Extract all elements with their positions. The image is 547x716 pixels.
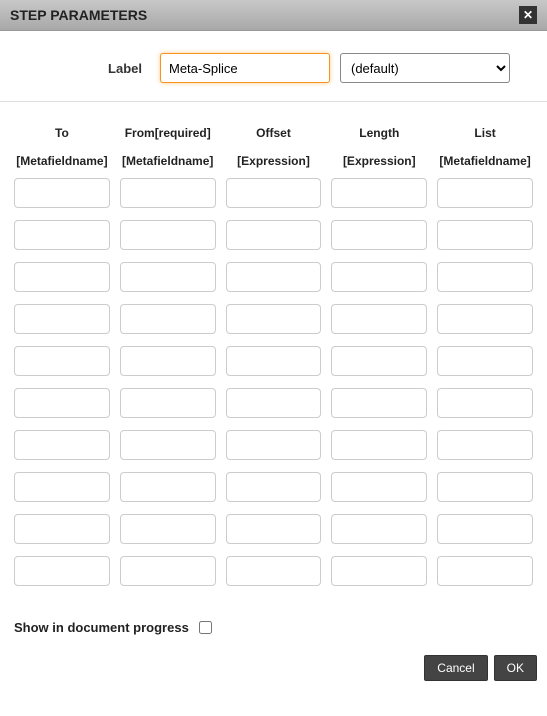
- dialog-footer: Cancel OK: [0, 647, 547, 691]
- cell-input[interactable]: [331, 472, 427, 502]
- cell-input[interactable]: [331, 346, 427, 376]
- cell-input[interactable]: [226, 346, 322, 376]
- col-header-list: List: [437, 120, 533, 154]
- cell-input[interactable]: [14, 262, 110, 292]
- titlebar: STEP PARAMETERS ✕: [0, 0, 547, 31]
- cell-input[interactable]: [14, 514, 110, 544]
- cell-input[interactable]: [14, 472, 110, 502]
- cell-input[interactable]: [14, 556, 110, 586]
- cell-input[interactable]: [120, 304, 216, 334]
- table-row: [14, 472, 533, 502]
- cell-input[interactable]: [226, 178, 322, 208]
- cell-input[interactable]: [437, 220, 533, 250]
- col-header-from: From[required]: [120, 120, 216, 154]
- table-row: [14, 304, 533, 334]
- cell-input[interactable]: [120, 178, 216, 208]
- cell-input[interactable]: [437, 388, 533, 418]
- default-select[interactable]: (default): [340, 53, 510, 83]
- label-input[interactable]: [160, 53, 330, 83]
- table-row: [14, 346, 533, 376]
- cell-input[interactable]: [226, 556, 322, 586]
- cell-input[interactable]: [437, 430, 533, 460]
- checkbox-row: Show in document progress: [0, 598, 547, 647]
- parameter-grid: To From[required] Offset Length List [Me…: [0, 120, 547, 586]
- cell-input[interactable]: [120, 220, 216, 250]
- dialog-title: STEP PARAMETERS: [10, 7, 147, 23]
- cell-input[interactable]: [437, 262, 533, 292]
- cell-input[interactable]: [226, 388, 322, 418]
- cell-input[interactable]: [120, 430, 216, 460]
- col-subheader-list: [Metafieldname]: [437, 154, 533, 178]
- cell-input[interactable]: [437, 472, 533, 502]
- table-row: [14, 178, 533, 208]
- cell-input[interactable]: [14, 388, 110, 418]
- cell-input[interactable]: [14, 220, 110, 250]
- show-progress-checkbox[interactable]: [199, 621, 212, 634]
- cell-input[interactable]: [14, 304, 110, 334]
- cell-input[interactable]: [120, 514, 216, 544]
- col-subheader-to: [Metafieldname]: [14, 154, 110, 178]
- cell-input[interactable]: [331, 178, 427, 208]
- col-subheader-offset: [Expression]: [226, 154, 322, 178]
- cell-input[interactable]: [226, 430, 322, 460]
- cell-input[interactable]: [14, 346, 110, 376]
- cell-input[interactable]: [226, 220, 322, 250]
- cell-input[interactable]: [14, 430, 110, 460]
- cell-input[interactable]: [226, 514, 322, 544]
- cell-input[interactable]: [120, 346, 216, 376]
- show-progress-label: Show in document progress: [14, 620, 189, 635]
- close-icon[interactable]: ✕: [519, 6, 537, 24]
- label-text: Label: [10, 61, 150, 76]
- cell-input[interactable]: [120, 388, 216, 418]
- cell-input[interactable]: [437, 514, 533, 544]
- label-row: Label (default): [0, 31, 547, 101]
- cell-input[interactable]: [14, 178, 110, 208]
- table-row: [14, 262, 533, 292]
- grid-subheader-row: [Metafieldname] [Metafieldname] [Express…: [14, 154, 533, 178]
- col-subheader-from: [Metafieldname]: [120, 154, 216, 178]
- cell-input[interactable]: [120, 262, 216, 292]
- separator: [0, 101, 547, 102]
- cell-input[interactable]: [437, 178, 533, 208]
- cell-input[interactable]: [331, 556, 427, 586]
- cell-input[interactable]: [437, 304, 533, 334]
- cell-input[interactable]: [437, 346, 533, 376]
- cell-input[interactable]: [331, 514, 427, 544]
- col-header-offset: Offset: [226, 120, 322, 154]
- cell-input[interactable]: [226, 472, 322, 502]
- grid-header-row: To From[required] Offset Length List: [14, 120, 533, 154]
- cell-input[interactable]: [226, 262, 322, 292]
- ok-button[interactable]: OK: [494, 655, 537, 681]
- table-row: [14, 220, 533, 250]
- table-row: [14, 430, 533, 460]
- table-row: [14, 388, 533, 418]
- cell-input[interactable]: [437, 556, 533, 586]
- cell-input[interactable]: [331, 304, 427, 334]
- cell-input[interactable]: [331, 262, 427, 292]
- cell-input[interactable]: [331, 220, 427, 250]
- table-row: [14, 514, 533, 544]
- table-row: [14, 556, 533, 586]
- cell-input[interactable]: [331, 430, 427, 460]
- col-header-length: Length: [331, 120, 427, 154]
- col-header-to: To: [14, 120, 110, 154]
- col-subheader-length: [Expression]: [331, 154, 427, 178]
- cell-input[interactable]: [331, 388, 427, 418]
- cancel-button[interactable]: Cancel: [424, 655, 487, 681]
- cell-input[interactable]: [120, 472, 216, 502]
- cell-input[interactable]: [120, 556, 216, 586]
- cell-input[interactable]: [226, 304, 322, 334]
